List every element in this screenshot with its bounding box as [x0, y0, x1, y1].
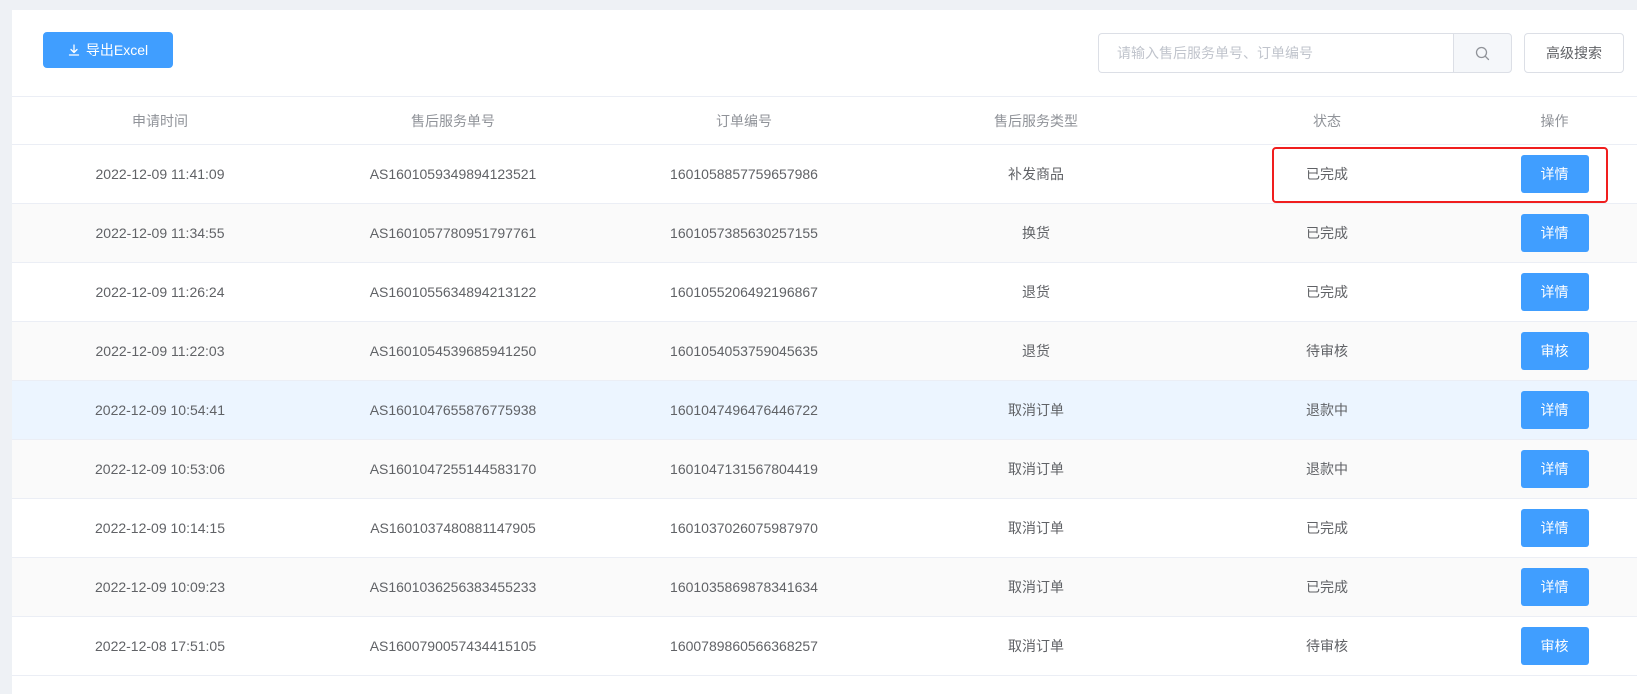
cell-actions: 详情 [1472, 203, 1637, 263]
advanced-search-button[interactable]: 高级搜索 [1524, 33, 1624, 73]
cell-actions: 审核 [1472, 321, 1637, 381]
cell-actions: 详情 [1472, 557, 1637, 617]
cell-service-no: AS1601055634894213122 [308, 262, 598, 322]
detail-button[interactable]: 详情 [1520, 273, 1589, 311]
cell-apply-time: 2022-12-09 11:22:03 [12, 321, 308, 381]
cell-apply-time: 2022-12-09 10:54:41 [12, 380, 308, 440]
cell-service-no: AS1601047255144583170 [308, 439, 598, 499]
cell-order-no: 1601054053759045635 [598, 321, 890, 381]
cell-status: 退款中 [1182, 380, 1472, 440]
cell-order-no: 1601057385630257155 [598, 203, 890, 263]
cell-status: 已完成 [1182, 557, 1472, 617]
cell-apply-time: 2022-12-09 10:14:15 [12, 498, 308, 558]
cell-apply-time: 2022-12-09 11:41:09 [12, 144, 308, 204]
cell-order-no: 1601047496476446722 [598, 380, 890, 440]
cell-status: 已完成 [1182, 144, 1472, 204]
cell-service-type: 换货 [890, 203, 1182, 263]
cell-status: 已完成 [1182, 262, 1472, 322]
cell-status: 待审核 [1182, 321, 1472, 381]
header-service-type: 售后服务类型 [890, 97, 1182, 145]
cell-apply-time: 2022-12-09 10:53:06 [12, 439, 308, 499]
cell-actions: 详情 [1472, 144, 1637, 204]
cell-order-no: 1601058857759657986 [598, 144, 890, 204]
cell-service-no: AS1601037480881147905 [308, 498, 598, 558]
cell-order-no: 1601047131567804419 [598, 439, 890, 499]
cell-order-no: 1600789860566368257 [598, 616, 890, 676]
cell-service-type: 取消订单 [890, 557, 1182, 617]
review-button[interactable]: 审核 [1520, 627, 1589, 665]
header-order-no: 订单编号 [598, 97, 890, 145]
cell-actions: 详情 [1472, 262, 1637, 322]
cell-service-no: AS1600790057434415105 [308, 616, 598, 676]
export-excel-label: 导出Excel [85, 42, 149, 58]
search-input[interactable] [1098, 33, 1453, 73]
cell-service-no: AS1601059349894123521 [308, 144, 598, 204]
header-actions: 操作 [1472, 97, 1637, 145]
cell-actions: 审核 [1472, 616, 1637, 676]
cell-status: 退款中 [1182, 439, 1472, 499]
download-icon [68, 44, 80, 56]
cell-status: 待审核 [1182, 616, 1472, 676]
cell-apply-time: 2022-12-08 17:51:05 [12, 616, 308, 676]
export-excel-button[interactable]: 导出Excel [43, 32, 173, 68]
search-button[interactable] [1453, 33, 1512, 73]
cell-service-no: AS1601057780951797761 [308, 203, 598, 263]
detail-button[interactable]: 详情 [1520, 568, 1589, 606]
table-row: 2022-12-09 10:14:15 AS160103748088114790… [12, 498, 1637, 558]
table-header-row: 申请时间 售后服务单号 订单编号 售后服务类型 状态 操作 [12, 97, 1637, 145]
header-status: 状态 [1182, 97, 1472, 145]
table-row: 2022-12-09 10:53:06 AS160104725514458317… [12, 439, 1637, 499]
cell-order-no: 1601055206492196867 [598, 262, 890, 322]
toolbar: 导出Excel 高级搜索 [12, 10, 1637, 97]
table-row: 2022-12-09 11:26:24 AS160105563489421312… [12, 262, 1637, 322]
cell-actions: 详情 [1472, 498, 1637, 558]
cell-service-type: 退货 [890, 321, 1182, 381]
search-icon [1475, 46, 1490, 60]
cell-order-no: 1601037026075987970 [598, 498, 890, 558]
cell-service-type: 取消订单 [890, 439, 1182, 499]
review-button[interactable]: 审核 [1520, 332, 1589, 370]
cell-service-type: 取消订单 [890, 616, 1182, 676]
search-group [1098, 33, 1512, 73]
cell-actions: 详情 [1472, 380, 1637, 440]
table-row: 2022-12-09 11:22:03 AS160105453968594125… [12, 321, 1637, 381]
cell-service-type: 取消订单 [890, 380, 1182, 440]
cell-service-type: 退货 [890, 262, 1182, 322]
cell-apply-time: 2022-12-09 10:09:23 [12, 557, 308, 617]
cell-service-no: AS1601054539685941250 [308, 321, 598, 381]
detail-button[interactable]: 详情 [1520, 155, 1589, 193]
table-row: 2022-12-09 11:34:55 AS160105778095179776… [12, 203, 1637, 263]
table-row: 2022-12-09 11:41:09 AS160105934989412352… [12, 144, 1637, 204]
header-apply-time: 申请时间 [12, 97, 308, 145]
cell-apply-time: 2022-12-09 11:26:24 [12, 262, 308, 322]
header-service-no: 售后服务单号 [308, 97, 598, 145]
cell-apply-time: 2022-12-09 11:34:55 [12, 203, 308, 263]
detail-button[interactable]: 详情 [1520, 214, 1589, 252]
after-sales-panel: 导出Excel 高级搜索 申请时间 售后服务单号 [12, 10, 1637, 694]
cell-service-type: 取消订单 [890, 498, 1182, 558]
detail-button[interactable]: 详情 [1520, 391, 1589, 429]
table-row: 2022-12-09 10:09:23 AS160103625638345523… [12, 557, 1637, 617]
cell-service-type: 补发商品 [890, 144, 1182, 204]
detail-button[interactable]: 详情 [1520, 509, 1589, 547]
table-row: 2022-12-08 17:51:05 AS160079005743441510… [12, 616, 1637, 676]
detail-button[interactable]: 详情 [1520, 450, 1589, 488]
cell-status: 已完成 [1182, 203, 1472, 263]
after-sales-table: 申请时间 售后服务单号 订单编号 售后服务类型 状态 操作 2022-12-09… [12, 97, 1637, 676]
table-row: 2022-12-09 10:54:41 AS160104765587677593… [12, 380, 1637, 440]
cell-service-no: AS1601036256383455233 [308, 557, 598, 617]
cell-status: 已完成 [1182, 498, 1472, 558]
cell-service-no: AS1601047655876775938 [308, 380, 598, 440]
cell-order-no: 1601035869878341634 [598, 557, 890, 617]
cell-actions: 详情 [1472, 439, 1637, 499]
